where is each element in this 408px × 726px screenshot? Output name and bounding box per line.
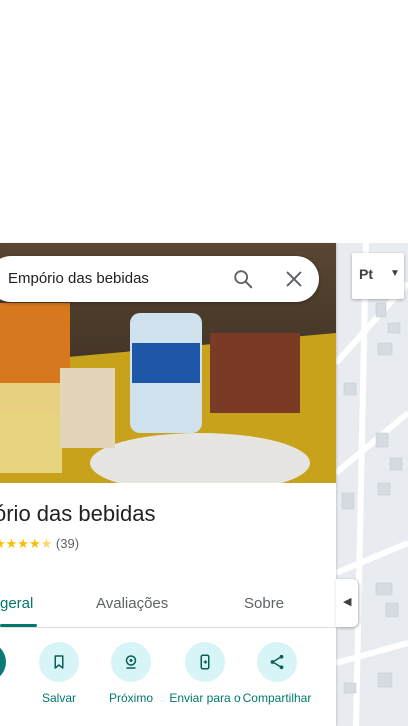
nearby-icon bbox=[111, 642, 151, 682]
search-input[interactable]: Empório das bebidas bbox=[8, 270, 149, 287]
place-panel: Empório das bebidas ório das bebidas ★★★… bbox=[0, 243, 336, 726]
layer-label: Pt bbox=[359, 266, 373, 282]
tab-about[interactable]: Sobre bbox=[244, 595, 284, 612]
chevron-down-icon[interactable]: ▼ bbox=[390, 268, 400, 279]
search-icon[interactable] bbox=[232, 268, 254, 290]
save-label: Salvar bbox=[41, 691, 76, 705]
place-title: ório das bebidas bbox=[0, 501, 156, 526]
rating-row[interactable]: ★★★★★ (39) bbox=[0, 536, 79, 552]
nearby-label: Próximo bbox=[108, 691, 153, 705]
send-to-phone-button[interactable]: Enviar para o bbox=[165, 642, 245, 705]
share-button[interactable]: Compartilhar bbox=[237, 642, 317, 705]
send-to-phone-icon bbox=[185, 642, 225, 682]
close-icon[interactable] bbox=[283, 268, 305, 290]
map-area[interactable] bbox=[336, 243, 408, 726]
half-star-icon: ★ bbox=[40, 536, 53, 551]
share-label: Compartilhar bbox=[242, 691, 312, 705]
active-tab-indicator bbox=[0, 624, 37, 627]
save-button[interactable]: Salvar bbox=[19, 642, 99, 705]
tab-reviews[interactable]: Avaliações bbox=[96, 595, 168, 612]
map-layer-button[interactable]: Pt ▼ bbox=[352, 253, 404, 299]
collapse-panel-button[interactable]: ◀ bbox=[336, 579, 358, 627]
directions-icon bbox=[0, 642, 6, 682]
star-icon: ★★★★ bbox=[0, 536, 41, 551]
nearby-button[interactable]: Próximo bbox=[91, 642, 171, 705]
bookmark-icon bbox=[39, 642, 79, 682]
send-to-phone-label: Enviar para o bbox=[169, 691, 241, 705]
review-count[interactable]: (39) bbox=[56, 536, 79, 551]
tab-overview[interactable]: geral bbox=[0, 595, 33, 612]
share-icon bbox=[257, 642, 297, 682]
chevron-left-icon: ◀ bbox=[343, 596, 352, 608]
place-tabs: geral Avaliações Sobre bbox=[0, 584, 336, 628]
search-bar[interactable]: Empório das bebidas bbox=[0, 256, 319, 302]
